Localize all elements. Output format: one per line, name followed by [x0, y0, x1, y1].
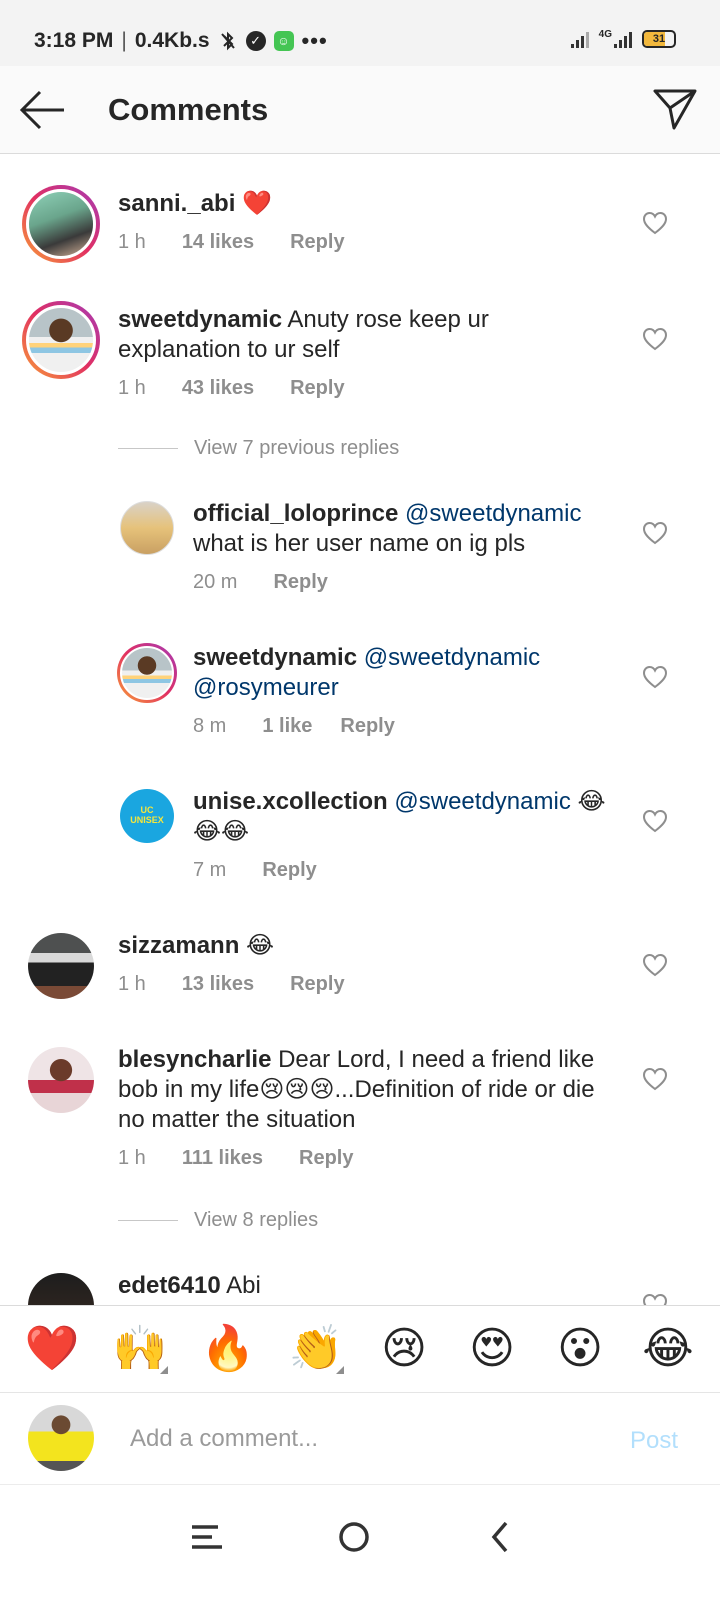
- reply-button[interactable]: Reply: [290, 377, 344, 400]
- reply-button[interactable]: Reply: [262, 859, 316, 882]
- like-heart-icon[interactable]: [642, 1293, 668, 1305]
- status-time: 3:18 PM: [34, 29, 114, 52]
- reply-button[interactable]: Reply: [290, 231, 344, 254]
- comment-time: 1 h: [118, 231, 146, 253]
- avatar[interactable]: [28, 1047, 94, 1113]
- heart-emoji[interactable]: ❤️: [22, 1324, 82, 1374]
- status-left: 3:18 PM | 0.4Kb.s ✓ ☺ •••: [34, 28, 328, 53]
- avatar[interactable]: [22, 301, 100, 379]
- back-chevron-icon[interactable]: [470, 1507, 530, 1567]
- reply-time: 8 m: [193, 715, 227, 737]
- comment-username[interactable]: sizzamann: [118, 932, 239, 959]
- reply-item: UC UNISEX unise.xcollection @sweetdynamic…: [0, 787, 720, 907]
- signal-icon: [570, 30, 589, 48]
- comment-body: Abi: [226, 1272, 261, 1299]
- fire-emoji[interactable]: 🔥: [198, 1324, 258, 1374]
- like-heart-icon[interactable]: [642, 327, 668, 351]
- comment-likes[interactable]: 13 likes: [182, 973, 254, 996]
- back-arrow-icon[interactable]: [18, 88, 68, 132]
- avatar[interactable]: [28, 933, 94, 999]
- crying-face-emoji[interactable]: 😢: [374, 1324, 434, 1374]
- comment-item: edet6410 Abi: [0, 1271, 720, 1305]
- comment-username[interactable]: sanni._abi: [118, 190, 235, 217]
- view-replies[interactable]: View 8 replies: [118, 1209, 318, 1232]
- tears-of-joy-emoji[interactable]: 😂: [638, 1324, 698, 1374]
- reply-username[interactable]: unise.xcollection: [193, 788, 388, 815]
- clapping-hands-emoji[interactable]: 👏: [286, 1324, 346, 1374]
- reply-button[interactable]: Reply: [290, 973, 344, 996]
- like-heart-icon[interactable]: [642, 665, 668, 689]
- comment-likes[interactable]: 14 likes: [182, 231, 254, 254]
- comments-header: Comments: [0, 66, 720, 154]
- comments-list: sanni._abi ❤️ 1 h 14 likes Reply sweetdy…: [0, 155, 720, 1305]
- avatar[interactable]: [28, 1273, 94, 1305]
- like-heart-icon[interactable]: [642, 953, 668, 977]
- comment-body: 😂: [246, 932, 275, 959]
- comment-composer: Post: [0, 1393, 720, 1485]
- network-speed: 0.4Kb.s: [134, 29, 210, 52]
- comment-input[interactable]: [130, 1421, 600, 1457]
- reply-username[interactable]: official_loloprince: [193, 500, 398, 527]
- comment-item: sweetdynamic Anuty rose keep ur explanat…: [0, 301, 720, 431]
- post-button[interactable]: Post: [630, 1427, 678, 1455]
- like-heart-icon[interactable]: [642, 809, 668, 833]
- signal-4g-icon: 4G: [599, 30, 632, 48]
- comment-username[interactable]: blesyncharlie: [118, 1046, 271, 1073]
- reply-mention[interactable]: @sweetdynamic: [394, 788, 570, 815]
- page-title: Comments: [108, 92, 269, 127]
- reply-likes[interactable]: 1 like: [262, 715, 312, 738]
- battery-icon: 31: [642, 30, 676, 48]
- like-heart-icon[interactable]: [642, 1067, 668, 1091]
- comment-item: sanni._abi ❤️ 1 h 14 likes Reply: [0, 185, 720, 295]
- reply-time: 20 m: [193, 571, 238, 593]
- reply-body: what is her user name on ig pls: [193, 530, 526, 557]
- more-notifications-icon: •••: [301, 28, 328, 53]
- status-bar: 3:18 PM | 0.4Kb.s ✓ ☺ ••• 4G 31: [0, 0, 720, 66]
- heart-eyes-emoji[interactable]: 😍: [462, 1324, 522, 1374]
- home-circle-icon[interactable]: [324, 1507, 384, 1567]
- reply-button[interactable]: Reply: [340, 715, 394, 738]
- reply-time: 7 m: [193, 859, 227, 881]
- avatar[interactable]: UC UNISEX: [120, 789, 174, 843]
- comment-username[interactable]: sweetdynamic: [118, 306, 282, 333]
- comment-likes[interactable]: 43 likes: [182, 377, 254, 400]
- emoji-quick-bar: ❤️ 🙌 🔥 👏 😢 😍 😮 😂: [0, 1305, 720, 1393]
- app-notification-icon: ☺: [273, 31, 294, 51]
- direct-send-icon[interactable]: [652, 86, 698, 132]
- comment-item: blesyncharlie Dear Lord, I need a friend…: [0, 1045, 720, 1195]
- comment-username[interactable]: edet6410: [118, 1272, 221, 1299]
- status-right: 4G 31: [570, 30, 676, 48]
- system-nav-bar: [0, 1485, 720, 1600]
- comment-body: ❤️: [242, 190, 272, 217]
- reply-item: official_loloprince @sweetdynamic what i…: [0, 499, 720, 619]
- like-heart-icon[interactable]: [642, 211, 668, 235]
- comment-time: 1 h: [118, 973, 146, 995]
- view-previous-replies[interactable]: View 7 previous replies: [118, 437, 399, 460]
- raised-hands-emoji[interactable]: 🙌: [110, 1324, 170, 1374]
- like-heart-icon[interactable]: [642, 521, 668, 545]
- avatar[interactable]: [117, 643, 177, 703]
- comment-item: sizzamann 😂 1 h 13 likes Reply: [0, 931, 720, 1041]
- surprised-face-emoji[interactable]: 😮: [550, 1324, 610, 1374]
- reply-item: sweetdynamic @sweetdynamic @rosymeurer 8…: [0, 643, 720, 763]
- my-avatar: [28, 1405, 94, 1471]
- comment-likes[interactable]: 111 likes: [182, 1147, 263, 1170]
- reply-mention[interactable]: @sweetdynamic: [405, 500, 581, 527]
- avatar[interactable]: [120, 501, 174, 555]
- bluetooth-off-icon: [218, 31, 238, 51]
- comment-time: 1 h: [118, 377, 146, 399]
- check-circle-icon: ✓: [245, 31, 266, 51]
- comment-time: 1 h: [118, 1147, 146, 1169]
- reply-button[interactable]: Reply: [273, 571, 327, 594]
- reply-username[interactable]: sweetdynamic: [193, 644, 357, 671]
- menu-icon[interactable]: [178, 1507, 238, 1567]
- avatar[interactable]: [22, 185, 100, 263]
- reply-button[interactable]: Reply: [299, 1147, 353, 1170]
